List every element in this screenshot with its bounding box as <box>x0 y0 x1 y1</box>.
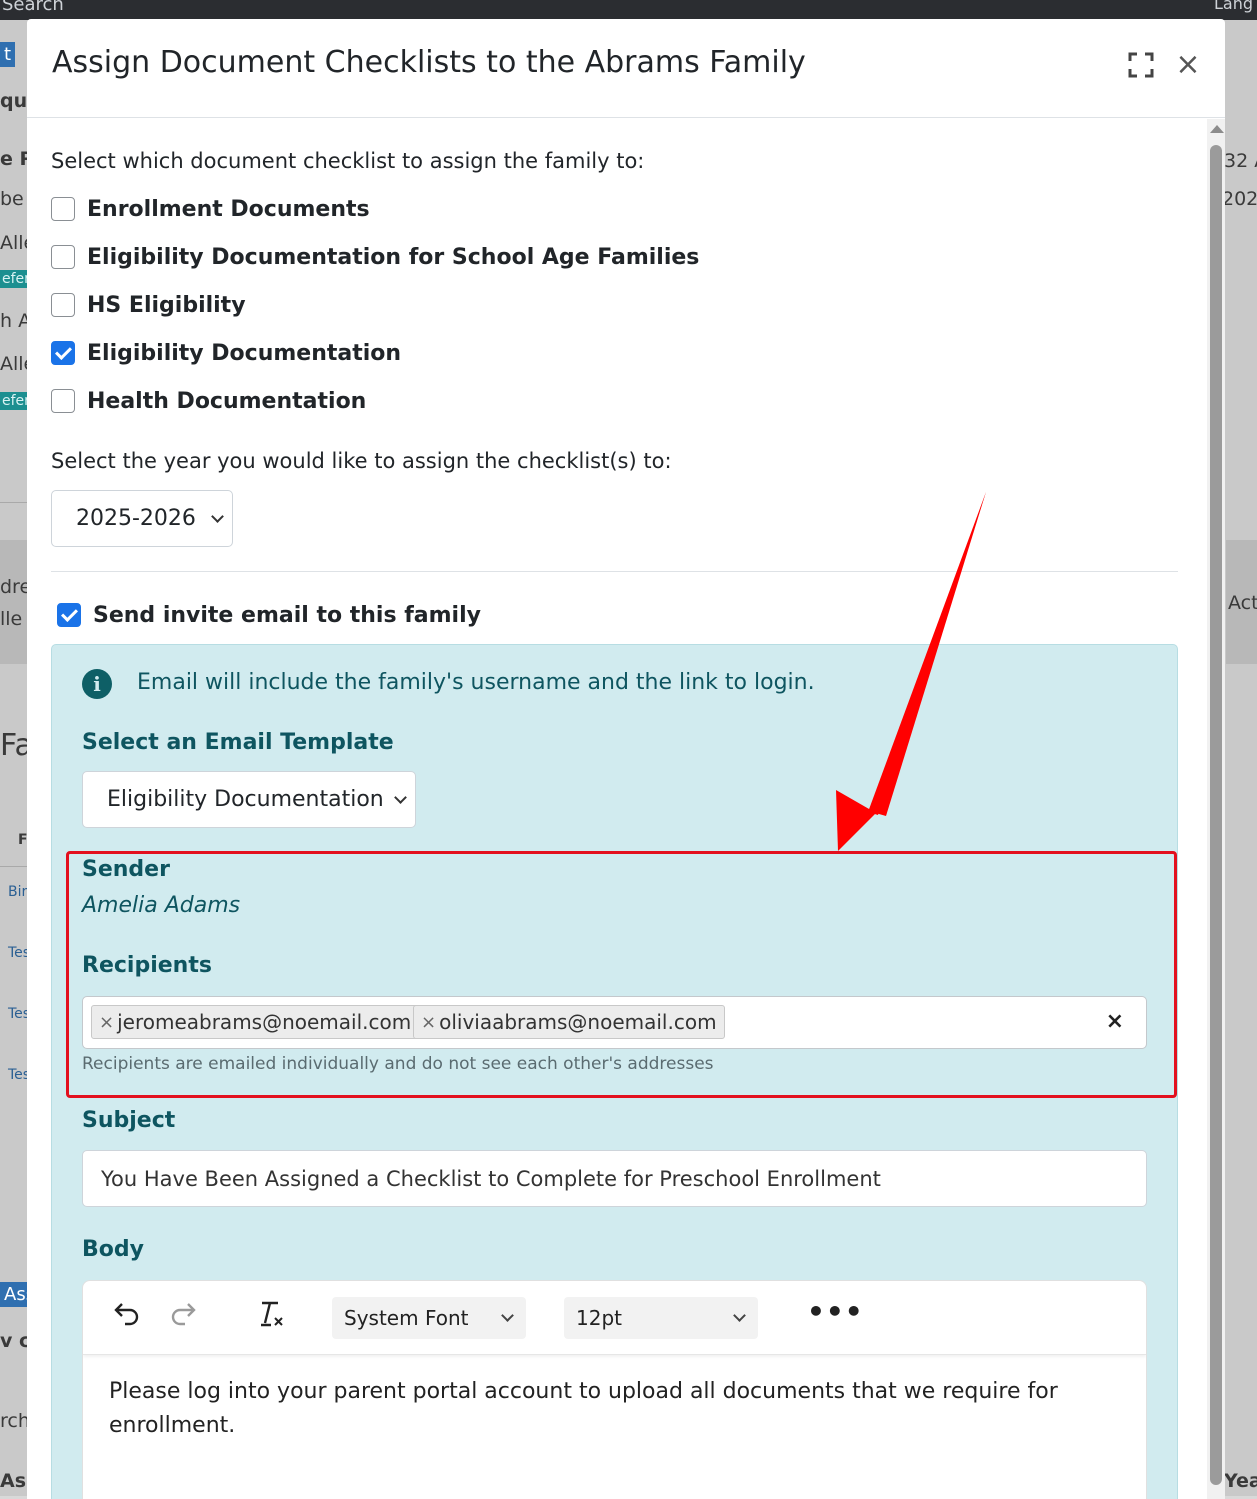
clear-formatting-icon[interactable] <box>257 1299 285 1336</box>
checklist-option[interactable]: HS Eligibility <box>51 291 246 319</box>
recipients-input[interactable]: × jeromeabrams@noemail.com × oliviaabram… <box>82 996 1147 1049</box>
editor-content[interactable]: Please log into your parent portal accou… <box>109 1375 1069 1443</box>
scrollbar-thumb[interactable] <box>1210 145 1222 1485</box>
font-family-value: System Font <box>344 1306 469 1330</box>
section-divider <box>51 571 1178 572</box>
background-text-fragment: rch <box>0 1410 30 1432</box>
background-text-fragment: qu <box>0 90 28 112</box>
remove-chip-icon[interactable]: × <box>421 1012 436 1033</box>
font-size-value: 12pt <box>576 1306 622 1330</box>
modal-title: Assign Document Checklists to the Abrams… <box>52 45 806 80</box>
background-language-label: Lang <box>1213 0 1253 13</box>
checklist-option-label: Eligibility Documentation for School Age… <box>87 244 700 270</box>
checklist-option-label: Enrollment Documents <box>87 196 370 222</box>
checkbox[interactable] <box>51 245 75 269</box>
year-prompt: Select the year you would like to assign… <box>51 449 672 473</box>
sender-name: Amelia Adams <box>82 893 241 918</box>
subject-input[interactable]: You Have Been Assigned a Checklist to Co… <box>82 1150 1147 1207</box>
checklist-prompt: Select which document checklist to assig… <box>51 149 645 173</box>
checklist-option-label: HS Eligibility <box>87 292 246 318</box>
checkbox[interactable] <box>51 389 75 413</box>
background-text-fragment: Yea <box>1224 1470 1257 1492</box>
checkbox[interactable] <box>51 293 75 317</box>
recipients-heading: Recipients <box>82 953 212 978</box>
background-text-fragment: lle <box>0 608 23 630</box>
body-heading: Body <box>82 1237 144 1262</box>
background-search-label: Search <box>2 0 64 15</box>
background-text-fragment: Act <box>1228 592 1257 614</box>
background-link-fragment: Bir <box>8 884 28 900</box>
chevron-down-icon <box>501 1309 514 1322</box>
remove-chip-icon[interactable]: × <box>99 1012 114 1033</box>
email-template-select[interactable]: Eligibility Documentation <box>82 771 416 828</box>
chevron-down-icon <box>211 509 224 523</box>
email-template-value: Eligibility Documentation <box>107 787 384 812</box>
sender-heading: Sender <box>82 857 170 882</box>
checklist-option[interactable]: Eligibility Documentation <box>51 339 401 367</box>
modal-header: Assign Document Checklists to the Abrams… <box>27 19 1225 118</box>
more-options-icon[interactable]: ••• <box>807 1295 864 1328</box>
info-icon: i <box>82 669 112 699</box>
font-family-select[interactable]: System Font <box>332 1297 526 1339</box>
send-invite-option[interactable]: Send invite email to this family <box>57 601 481 629</box>
editor-toolbar: System Font 12pt ••• <box>83 1281 1146 1355</box>
background-text-fragment: 32 A <box>1224 150 1257 172</box>
checklist-option[interactable]: Enrollment Documents <box>51 195 370 223</box>
font-size-select[interactable]: 12pt <box>564 1297 758 1339</box>
send-invite-label: Send invite email to this family <box>93 602 481 628</box>
close-icon[interactable]: × <box>1172 49 1204 81</box>
background-divider <box>0 866 27 867</box>
background-button-fragment: t <box>0 42 16 67</box>
year-select-value: 2025-2026 <box>76 506 196 531</box>
checklist-option[interactable]: Health Documentation <box>51 387 366 415</box>
background-divider <box>0 502 27 503</box>
checklist-option[interactable]: Eligibility Documentation for School Age… <box>51 243 699 271</box>
background-panel <box>0 540 27 664</box>
chevron-down-icon <box>394 790 407 804</box>
background-text-fragment: 2025 <box>1222 188 1257 210</box>
clear-recipients-icon[interactable]: × <box>1106 1009 1124 1034</box>
checklist-option-label: Eligibility Documentation <box>87 340 402 366</box>
maximize-icon[interactable] <box>1125 49 1157 81</box>
recipient-email: jeromeabrams@noemail.com <box>117 1010 412 1034</box>
subject-heading: Subject <box>82 1108 176 1133</box>
background-text-fragment: be <box>0 188 24 210</box>
chevron-down-icon <box>733 1309 746 1322</box>
body-rich-text-editor[interactable]: System Font 12pt ••• Please log into you… <box>82 1280 1147 1499</box>
info-message: Email will include the family's username… <box>137 670 815 695</box>
year-select[interactable]: 2025-2026 <box>51 490 233 547</box>
send-invite-checkbox[interactable] <box>57 603 81 627</box>
scroll-up-arrow-icon[interactable] <box>1210 125 1224 133</box>
recipient-email: oliviaabrams@noemail.com <box>439 1010 717 1034</box>
background-text-fragment: v c <box>0 1330 31 1352</box>
subject-value: You Have Been Assigned a Checklist to Co… <box>101 1166 881 1191</box>
recipients-help-text: Recipients are emailed individually and … <box>82 1054 714 1074</box>
checkbox-checked[interactable] <box>51 341 75 365</box>
checklist-option-label: Health Documentation <box>87 388 367 414</box>
background-top-bar: Search Lang <box>0 0 1257 20</box>
recipient-chip: × oliviaabrams@noemail.com <box>413 1005 725 1039</box>
checkbox[interactable] <box>51 197 75 221</box>
undo-icon[interactable] <box>113 1299 141 1334</box>
assign-checklists-modal: Assign Document Checklists to the Abrams… <box>27 19 1225 1499</box>
recipient-chip: × jeromeabrams@noemail.com <box>91 1005 420 1039</box>
modal-scrollbar[interactable] <box>1207 119 1225 1499</box>
template-heading: Select an Email Template <box>82 730 394 755</box>
redo-icon[interactable] <box>169 1299 197 1334</box>
